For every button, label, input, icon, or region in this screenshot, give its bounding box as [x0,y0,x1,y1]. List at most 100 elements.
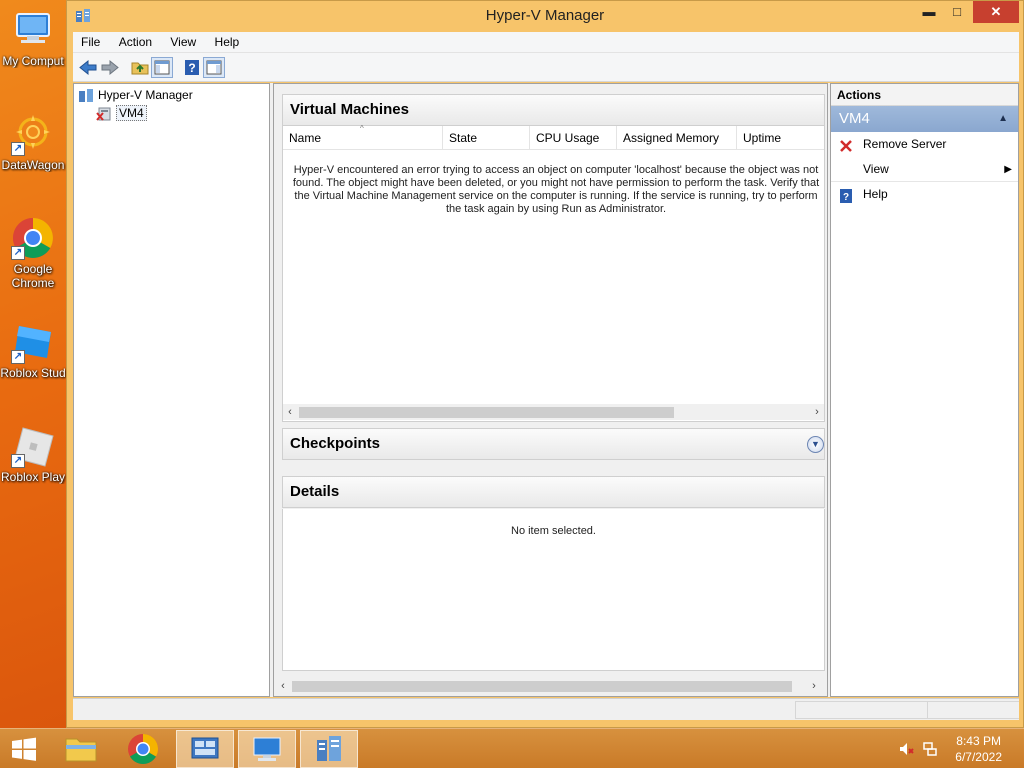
menu-action[interactable]: Action [111,32,159,49]
details-body: No item selected. [282,509,825,671]
svg-text:?: ? [188,61,195,75]
datawagon-icon: ↗ [11,112,55,156]
expand-chevron-icon[interactable]: ▼ [807,436,824,453]
network-icon[interactable] [922,741,938,757]
menu-view[interactable]: View [162,32,203,49]
clock-time: 8:43 PM [956,734,1001,748]
error-message: Hyper-V encountered an error trying to a… [292,164,820,215]
desktop-icon-label: Roblox Stud [0,366,66,380]
desktop-icon-label: DataWagon [1,158,65,172]
shortcut-arrow-icon: ↗ [11,246,25,260]
action-label: View [863,162,889,176]
menu-help[interactable]: Help [207,32,247,49]
minimize-button[interactable]: ▬ [915,1,943,23]
system-clock[interactable]: 8:43 PM 6/7/2022 [955,733,1002,765]
remove-icon [839,137,853,152]
center-pane: Virtual Machines Name ^ State CPU Usage … [273,83,828,697]
help-icon: ? [839,187,853,203]
volume-muted-icon[interactable] [898,741,914,757]
details-header: Details [282,476,825,508]
status-segment [795,701,927,719]
start-button[interactable] [0,730,58,768]
computer-icon [11,8,55,52]
column-header-cpu-usage[interactable]: CPU Usage [530,126,617,150]
desktop-icon-label: Google Chrome [11,262,55,290]
tree-item-label: VM4 [116,105,147,121]
action-label: Help [863,187,888,201]
desktop-icon-google-chrome[interactable]: ↗ Google Chrome [0,216,66,290]
forward-icon[interactable] [99,57,121,78]
show-hide-tree-icon[interactable] [151,57,173,78]
window-title: Hyper-V Manager [485,7,605,24]
column-header-state[interactable]: State [443,126,530,150]
tree-item-vm4[interactable]: VM4 [96,104,147,122]
chrome-icon: ↗ [11,216,55,260]
scroll-left-arrow-icon[interactable]: ‹ [276,678,290,694]
desktop-icon-datawagon[interactable]: ↗ DataWagon [0,112,66,172]
show-hide-action-pane-icon[interactable] [203,57,225,78]
scroll-right-arrow-icon[interactable]: › [810,404,824,420]
action-label: Remove Server [863,137,947,151]
scroll-right-arrow-icon[interactable]: › [807,678,821,694]
tree-item-hyper-v-manager[interactable]: Hyper-V Manager [78,86,193,104]
desktop-icon-my-computer[interactable]: My Comput [0,8,66,68]
roblox-player-icon: ↗ [11,424,55,468]
roblox-studio-icon: ↗ [11,320,55,364]
column-header-uptime[interactable]: Uptime [737,126,824,150]
back-icon[interactable] [77,57,99,78]
virtual-machines-title: Virtual Machines [290,101,409,118]
console-tree: Hyper-V Manager VM4 [73,83,270,697]
details-title: Details [290,483,340,500]
maximize-button[interactable]: □ [943,1,971,23]
title-bar[interactable]: Hyper-V Manager ▬ □ ✕ [67,1,1023,31]
desktop-icon-label: My Comput [2,54,64,68]
svg-text:?: ? [843,192,849,203]
actions-pane: Actions VM4 ▲ Remove Server View ▶ ? Hel… [830,83,1019,697]
help-icon[interactable]: ? [181,57,203,78]
server-manager-icon[interactable] [176,730,234,768]
clock-date: 6/7/2022 [955,750,1002,764]
menu-bar: File Action View Help [73,32,1019,53]
checkpoints-title: Checkpoints [290,435,381,452]
file-explorer-icon[interactable] [52,730,110,768]
collapse-up-icon[interactable]: ▲ [998,106,1008,132]
shortcut-arrow-icon: ↗ [11,454,25,468]
actions-group-vm4[interactable]: VM4 ▲ [831,106,1018,132]
main-client-area: Hyper-V Manager VM4 Virtual Machines Nam… [73,83,1019,697]
scrollbar-thumb[interactable] [292,681,792,692]
remote-desktop-icon[interactable] [238,730,296,768]
shortcut-arrow-icon: ↗ [11,142,25,156]
hyper-v-manager-icon[interactable] [300,730,358,768]
scroll-left-arrow-icon[interactable]: ‹ [283,404,297,420]
virtual-machines-list: Name ^ State CPU Usage Assigned Memory U… [282,124,825,422]
menu-file[interactable]: File [73,32,107,49]
column-header-row: Name ^ State CPU Usage Assigned Memory U… [283,124,824,150]
actions-title: Actions [831,84,1018,106]
close-button[interactable]: ✕ [973,1,1019,23]
desktop-icon-roblox-player[interactable]: ↗ Roblox Play [0,424,66,484]
taskbar: 8:43 PM 6/7/2022 [0,728,1024,768]
submenu-arrow-icon: ▶ [1004,164,1012,175]
scrollbar-thumb[interactable] [299,407,674,418]
action-help[interactable]: ? Help [831,182,1018,207]
chrome-icon[interactable] [114,730,172,768]
hyper-v-manager-window: Hyper-V Manager ▬ □ ✕ File Action View H… [66,0,1024,728]
column-header-assigned-memory[interactable]: Assigned Memory [617,126,737,150]
action-view[interactable]: View ▶ [831,157,1018,182]
desktop-icon-label: Roblox Play [0,470,66,484]
toolbar: ? [73,53,1019,82]
action-remove-server[interactable]: Remove Server [831,132,1018,157]
virtual-machines-header: Virtual Machines [282,94,825,126]
actions-group-label: VM4 [839,110,870,127]
status-bar [73,698,1019,720]
shortcut-arrow-icon: ↗ [11,350,25,364]
server-error-icon [96,107,112,121]
checkpoints-header[interactable]: Checkpoints ▼ [282,428,825,460]
up-folder-icon[interactable] [129,57,151,78]
sort-ascending-icon: ^ [360,124,364,133]
desktop-icon-roblox-studio[interactable]: ↗ Roblox Stud [0,320,66,380]
hyper-v-manager-icon [78,88,94,103]
tree-item-label: Hyper-V Manager [98,88,193,102]
center-horizontal-scrollbar[interactable]: ‹ › [274,678,827,694]
vm-list-horizontal-scrollbar[interactable]: ‹ › [283,404,824,420]
